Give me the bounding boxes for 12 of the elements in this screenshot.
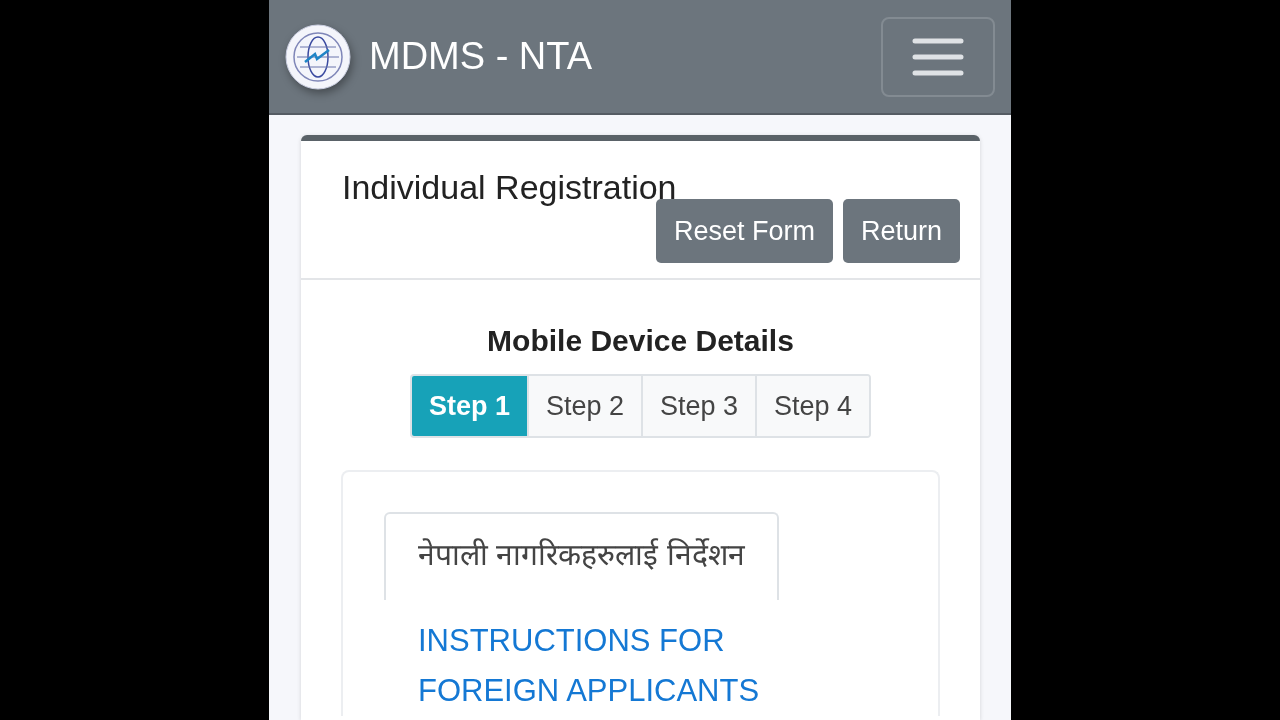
step-tab[interactable]: Step 3: [641, 376, 756, 436]
reset-button[interactable]: Reset Form: [655, 199, 833, 263]
menu-icon: [912, 37, 964, 76]
step-tab[interactable]: Step 1: [411, 376, 527, 436]
step-tab[interactable]: Step 2: [526, 376, 641, 436]
instruction-tab[interactable]: INSTRUCTIONS FOR FOREIGN APPLICANTS: [384, 600, 908, 716]
menu-button[interactable]: [881, 16, 995, 97]
return-button[interactable]: Return: [842, 199, 960, 263]
logo-icon: [285, 23, 351, 90]
instruction-tab[interactable]: नेपाली नागरिकहरुलाई निर्देशन: [384, 512, 779, 600]
section-heading: Mobile Device Details: [487, 324, 794, 358]
step-tab[interactable]: Step 4: [755, 376, 870, 436]
